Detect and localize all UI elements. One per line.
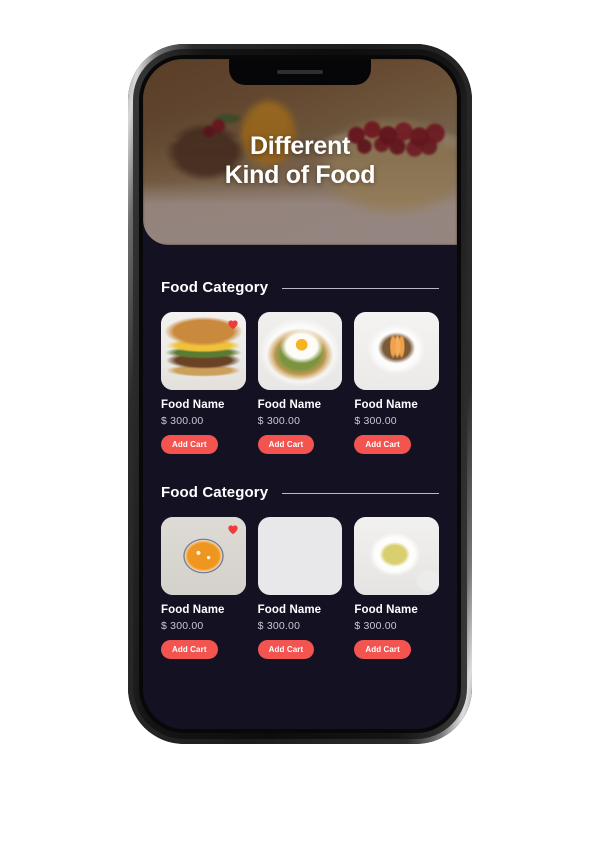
- food-price: $ 300.00: [257, 620, 301, 632]
- food-thumbnail[interactable]: [354, 312, 439, 390]
- food-card[interactable]: Food Name $ 300.00 Add Cart: [354, 312, 439, 454]
- pasta-photo: [354, 517, 439, 595]
- food-thumbnail[interactable]: [257, 517, 343, 595]
- food-name: Food Name: [161, 399, 225, 411]
- hero-title-line1: Different: [249, 131, 351, 160]
- food-name: Food Name: [257, 604, 322, 616]
- add-cart-button[interactable]: Add Cart: [257, 435, 315, 454]
- add-cart-button[interactable]: Add Cart: [161, 640, 218, 659]
- food-card[interactable]: Food Name $ 300.00 Add Cart: [257, 517, 343, 659]
- egg-toast-photo: [257, 312, 343, 390]
- phone-notch: [229, 59, 371, 85]
- food-name: Food Name: [354, 399, 418, 411]
- food-card-grid: Food Name $ 300.00 Add Cart Food Name $ …: [161, 312, 439, 454]
- food-thumbnail[interactable]: [257, 312, 343, 390]
- section-header: Food Category: [161, 279, 439, 296]
- food-price: $ 300.00: [161, 415, 204, 427]
- app-scroll-area[interactable]: Different Kind of Food Food Category Foo…: [143, 59, 457, 729]
- food-thumbnail[interactable]: [354, 517, 439, 595]
- add-cart-button[interactable]: Add Cart: [161, 435, 218, 454]
- speaker-grill-icon: [277, 70, 323, 74]
- food-thumbnail[interactable]: [161, 312, 246, 390]
- section-title: Food Category: [161, 279, 269, 296]
- food-category-section-1: Food Category Food Name $ 300.00 Add Car…: [161, 245, 439, 454]
- section-header: Food Category: [161, 484, 439, 501]
- add-cart-button[interactable]: Add Cart: [354, 435, 411, 454]
- food-price: $ 300.00: [257, 415, 301, 427]
- phone-screen: Different Kind of Food Food Category Foo…: [143, 59, 457, 729]
- food-price: $ 300.00: [354, 620, 397, 632]
- food-name: Food Name: [161, 604, 225, 616]
- food-price: $ 300.00: [161, 620, 204, 632]
- section-divider: [282, 493, 439, 494]
- food-card[interactable]: Food Name $ 300.00 Add Cart: [257, 312, 343, 454]
- hero-banner: Different Kind of Food: [143, 59, 457, 245]
- phone-frame: Different Kind of Food Food Category Foo…: [128, 44, 472, 744]
- section-divider: [282, 288, 439, 289]
- waffles-photo: [258, 517, 343, 595]
- favorite-heart-icon[interactable]: [226, 317, 240, 331]
- hero-title-line2: Kind of Food: [224, 161, 376, 189]
- add-cart-button[interactable]: Add Cart: [354, 640, 411, 659]
- screenshot-stage: Different Kind of Food Food Category Foo…: [0, 0, 600, 846]
- food-name: Food Name: [257, 399, 322, 411]
- food-card[interactable]: Food Name $ 300.00 Add Cart: [161, 312, 246, 454]
- food-card[interactable]: Food Name $ 300.00 Add Cart: [161, 517, 246, 659]
- app-content: Food Category Food Name $ 300.00 Add Car…: [143, 245, 457, 659]
- food-name: Food Name: [354, 604, 418, 616]
- peach-granola-photo: [354, 312, 439, 390]
- favorite-heart-icon[interactable]: [226, 522, 240, 536]
- food-category-section-2: Food Category Food Name $ 300.00 Add Car…: [161, 454, 439, 659]
- food-thumbnail[interactable]: [161, 517, 246, 595]
- food-card[interactable]: Food Name $ 300.00 Add Cart: [354, 517, 439, 659]
- phone-frame-inner: Different Kind of Food Food Category Foo…: [133, 49, 467, 739]
- add-cart-button[interactable]: Add Cart: [257, 640, 315, 659]
- phone-bezel: Different Kind of Food Food Category Foo…: [139, 55, 461, 733]
- hero-title: Different Kind of Food: [143, 59, 457, 245]
- food-price: $ 300.00: [354, 415, 397, 427]
- food-card-grid: Food Name $ 300.00 Add Cart Food Name $ …: [161, 517, 439, 659]
- section-title: Food Category: [161, 484, 269, 501]
